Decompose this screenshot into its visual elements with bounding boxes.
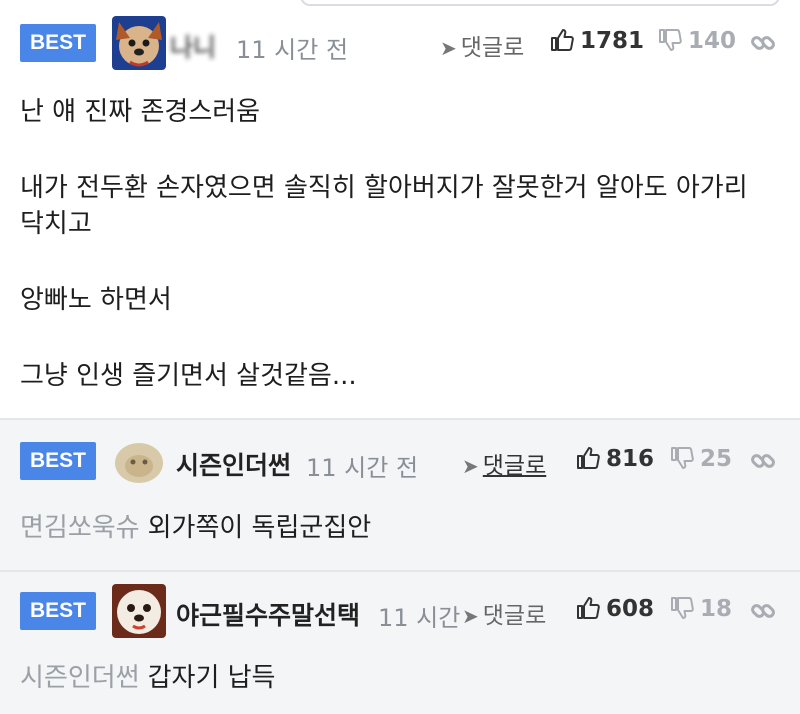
username[interactable]: 나니	[170, 28, 216, 64]
comment-header: BEST 야근필수주말선택 11 시간 ➤ 댓글로 608 18	[0, 578, 800, 642]
like-button[interactable]: 816	[576, 446, 654, 476]
thumbs-down-icon	[658, 28, 682, 58]
like-button[interactable]: 1781	[550, 28, 644, 58]
comment-item: BEST 야근필수주말선택 11 시간 ➤ 댓글로 608 18 시즌인더썬 갑…	[0, 570, 800, 714]
username[interactable]: 시즌인더썬	[176, 446, 291, 482]
dislike-count: 140	[688, 28, 737, 54]
avatar[interactable]	[112, 584, 166, 638]
best-badge: BEST	[20, 24, 96, 62]
like-count: 1781	[580, 28, 645, 54]
thumbs-up-icon	[576, 446, 600, 476]
like-button[interactable]: 608	[576, 596, 654, 626]
comment-body: 면김쏘욱슈 외가쪽이 독립군집안	[20, 510, 780, 546]
dislike-button[interactable]: 140	[658, 28, 736, 58]
comment-text: 외가쪽이 독립군집안	[147, 513, 372, 543]
timestamp: 11 시간 전	[236, 36, 349, 64]
reply-button[interactable]: ➤ 댓글로	[462, 446, 546, 480]
previous-element-fragment	[0, 0, 800, 8]
best-badge: BEST	[20, 442, 96, 480]
mention-username[interactable]: 면김쏘욱슈	[20, 513, 140, 543]
thumbs-down-icon	[670, 446, 694, 476]
dislike-button[interactable]: 18	[670, 596, 732, 626]
avatar[interactable]	[114, 440, 164, 484]
link-icon[interactable]	[750, 598, 776, 628]
like-count: 816	[606, 446, 655, 472]
comment-header: BEST 나니 11 시간 전 ➤ 댓글로 1781 140	[0, 10, 800, 74]
reply-arrow-icon: ➤	[462, 454, 479, 478]
reply-label: 댓글로	[482, 603, 547, 629]
reply-arrow-icon: ➤	[462, 604, 479, 628]
comment-line: 내가 전두환 손자였으면 솔직히 할아버지가 잘못한거 알아도 아가리	[20, 173, 748, 203]
reply-label: 댓글로	[460, 35, 525, 61]
comment-body: 난 얘 진짜 존경스러움 내가 전두환 손자였으면 솔직히 할아버지가 잘못한거…	[20, 94, 780, 394]
comment-line: 그냥 인생 즐기면서 살것같음...	[20, 361, 357, 391]
comment-line: 난 얘 진짜 존경스러움	[20, 97, 261, 127]
comment-item: BEST 나니 11 시간 전 ➤ 댓글로 1781 140 난 얘 진짜 존경…	[0, 8, 800, 418]
comment-text: 갑자기 납득	[147, 663, 276, 693]
reply-arrow-icon: ➤	[440, 36, 457, 60]
dislike-button[interactable]: 25	[670, 446, 732, 476]
comment-item: BEST 시즌인더썬 11 시간 전 ➤ 댓글로 816 25 면김쏘욱슈 외가…	[0, 418, 800, 570]
comment-body: 시즌인더썬 갑자기 납득	[20, 660, 780, 696]
best-badge: BEST	[20, 592, 96, 630]
reply-button[interactable]: ➤ 댓글로	[462, 596, 546, 630]
comment-header: BEST 시즌인더썬 11 시간 전 ➤ 댓글로 816 25	[0, 428, 800, 492]
comment-line: 닥치고	[20, 209, 92, 239]
reply-label: 댓글로	[482, 453, 547, 479]
avatar[interactable]	[112, 16, 166, 70]
username[interactable]: 야근필수주말선택	[176, 596, 360, 632]
dislike-count: 25	[700, 446, 733, 472]
timestamp: 11 시간 전	[306, 454, 419, 482]
timestamp: 11 시간	[378, 604, 461, 632]
thumbs-down-icon	[670, 596, 694, 626]
reply-button[interactable]: ➤ 댓글로	[440, 28, 524, 62]
thumbs-up-icon	[550, 28, 574, 58]
dislike-count: 18	[700, 596, 733, 622]
thumbs-up-icon	[576, 596, 600, 626]
comment-line: 앙빠노 하면서	[20, 285, 172, 315]
mention-username[interactable]: 시즌인더썬	[20, 663, 140, 693]
like-count: 608	[606, 596, 655, 622]
link-icon[interactable]	[750, 448, 776, 478]
link-icon[interactable]	[750, 30, 776, 60]
